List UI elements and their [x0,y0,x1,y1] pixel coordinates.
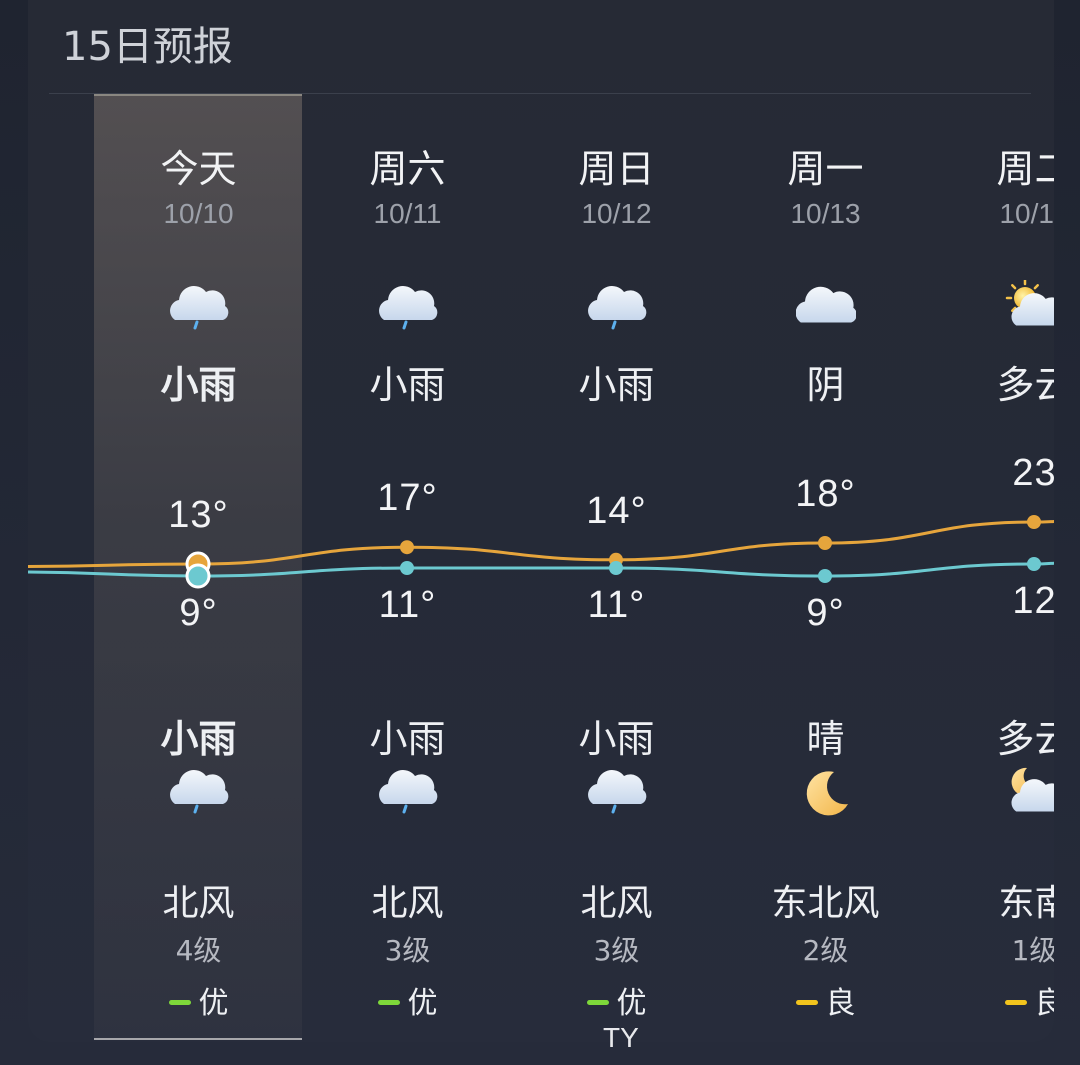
moon-icon [721,764,930,824]
forecast-scroll-area[interactable]: 今天 10/10 小雨 13° 9° 小雨 北风 4级 优 周六 10/11 小… [28,94,1054,1042]
partly-cloudy-night-icon [930,764,1054,824]
day-name: 今天 [160,147,237,191]
aqi-label: 优 [198,986,229,1021]
air-quality: 良 [930,978,1054,1022]
wind-level: 3级 [593,934,640,967]
night-condition: 晴 [806,717,845,761]
air-quality: 优 [512,978,721,1022]
low-temp-label: 11° [587,584,646,626]
partly-cloudy-day-icon [930,278,1054,340]
day-date: 10/12 [581,198,652,229]
high-temp-label: 14° [586,489,647,532]
rain-cloud-icon [512,764,721,824]
aqi-dash-icon [377,1000,400,1005]
aqi-dash-icon [586,1000,609,1005]
day-name: 周一 [787,147,864,191]
wind-direction: 北风 [371,883,444,924]
air-quality: 优 [94,978,303,1022]
wind-direction: 北风 [580,883,653,924]
rain-cloud-icon [303,764,512,824]
wind-level: 3级 [384,934,431,967]
air-quality: 优 [303,978,512,1022]
low-temp-label: 12 [1012,580,1054,622]
night-condition: 小雨 [578,717,655,761]
day-condition: 多云 [996,363,1054,407]
bottom-label: TY [603,1022,639,1053]
wind-level: 2级 [802,934,849,967]
day-column[interactable]: 周日 10/12 小雨 14° 11° 小雨 北风 3级 优 [512,94,721,1040]
day-name: 周二 [996,147,1054,191]
section-title: 15日预报 [62,24,233,70]
aqi-label: 优 [616,986,647,1021]
day-date: 10/13 [790,198,861,229]
wind-direction: 北风 [162,883,235,924]
rain-cloud-icon [512,280,721,340]
aqi-dash-icon [168,1000,191,1005]
day-column[interactable]: 周二 10/14 多云 23 12 多云 东南 1级 良 [930,94,1054,1040]
day-condition: 小雨 [369,363,446,407]
night-condition: 小雨 [160,717,237,761]
aqi-dash-icon [795,1000,818,1005]
day-date: 10/10 [163,198,234,229]
aqi-dash-icon [1004,1000,1027,1005]
high-temp-label: 18° [795,473,856,515]
high-temp-label: 23 [1012,452,1054,494]
aqi-label: 良 [1034,986,1055,1021]
wind-direction: 东北风 [771,883,880,924]
rain-cloud-icon [94,764,303,824]
wind-direction: 东南 [998,883,1054,924]
rain-cloud-icon [303,280,512,340]
day-date: 10/11 [373,198,442,229]
rain-cloud-icon [94,280,303,340]
low-temp-label: 9° [806,592,845,634]
day-condition: 阴 [806,363,845,407]
air-quality: 良 [721,978,930,1022]
day-name: 周日 [578,147,655,191]
high-temp-label: 13° [168,494,229,536]
day-column-today[interactable]: 今天 10/10 小雨 13° 9° 小雨 北风 4级 优 [94,94,303,1040]
low-temp-label: 11° [378,584,437,626]
aqi-label: 优 [407,986,438,1021]
low-temp-label: 9° [179,592,218,634]
night-condition: 小雨 [369,717,446,761]
day-name: 周六 [369,147,446,191]
wind-level: 4级 [175,934,222,967]
day-column[interactable]: 周一 10/13 阴 18° 9° 晴 东北风 2级 良 [721,94,930,1040]
night-condition: 多云 [996,717,1054,761]
day-condition: 小雨 [578,363,655,407]
day-column[interactable]: 周六 10/11 小雨 17° 11° 小雨 北风 3级 优 [303,94,512,1040]
high-temp-label: 17° [377,477,438,520]
wind-level: 1级 [1011,934,1054,967]
day-date: 10/14 [999,198,1054,229]
aqi-label: 良 [825,986,856,1021]
day-condition: 小雨 [160,363,237,407]
forecast-card: 15日预报 今天 10/10 小雨 13° 9° 小雨 北风 4级 优 周六 1… [28,0,1054,1042]
overcast-cloud-icon [721,280,930,340]
